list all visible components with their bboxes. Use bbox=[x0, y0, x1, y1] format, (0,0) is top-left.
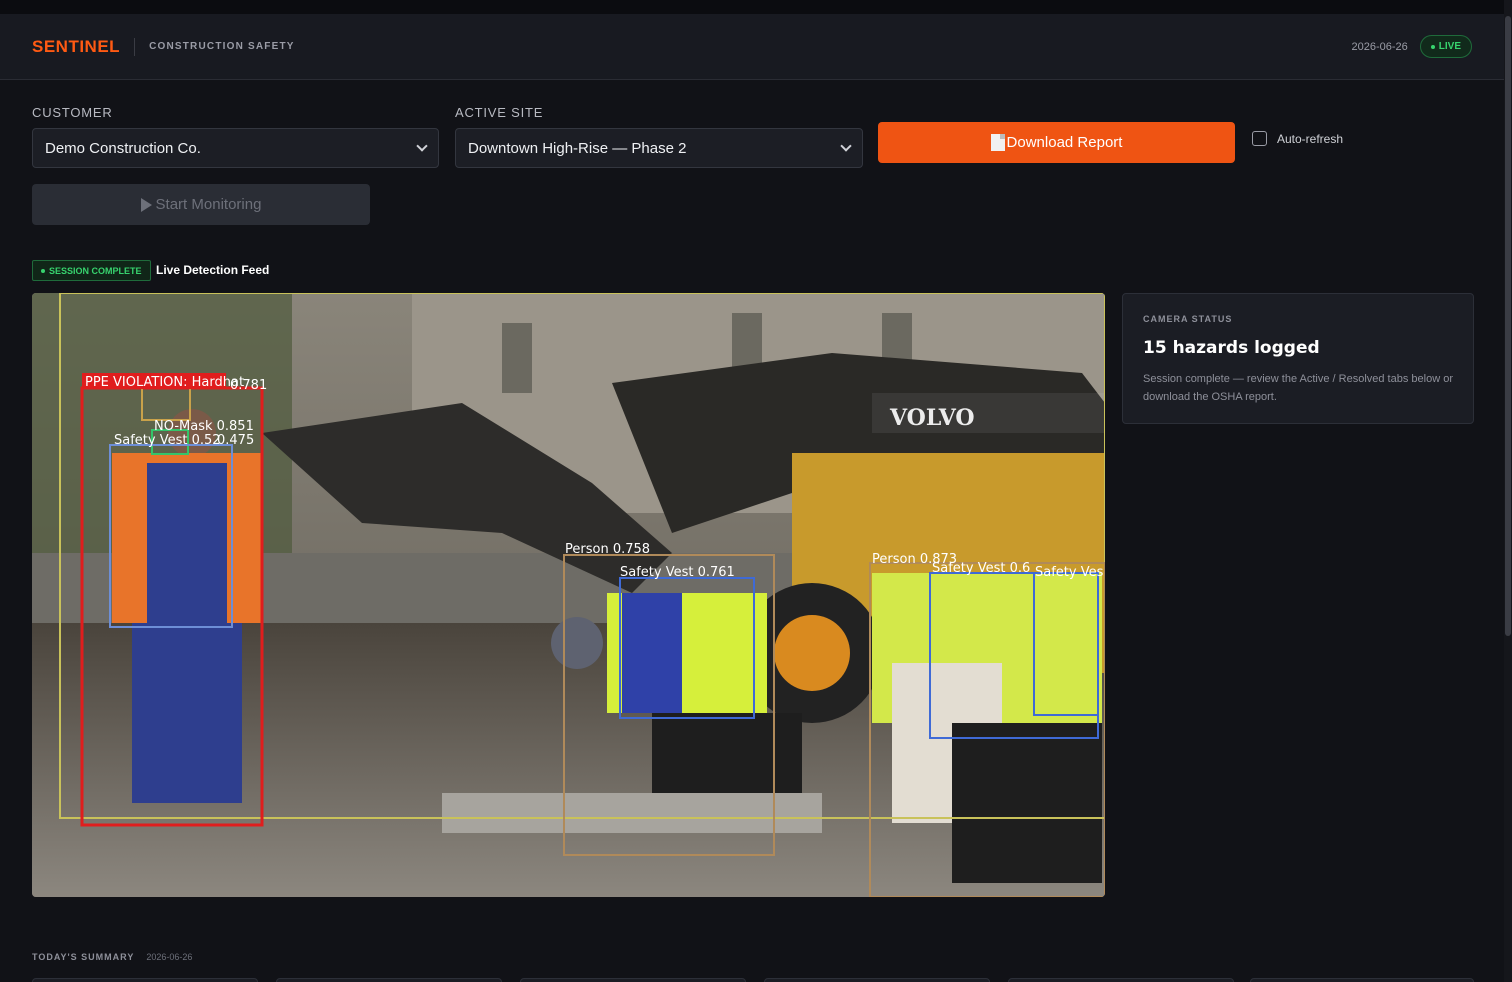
chevron-down-icon bbox=[840, 140, 852, 152]
detection-video-feed[interactable]: VOLVO PPE VIOLATION: Hardhat 0.781 NO-Ma… bbox=[32, 293, 1105, 897]
play-icon bbox=[140, 197, 152, 212]
camera-status-card: CAMERA STATUS 15 hazards logged Session … bbox=[1122, 293, 1474, 424]
customer-select-value: Demo Construction Co. bbox=[45, 139, 201, 157]
status-dot-icon bbox=[41, 268, 45, 273]
summary-date: 2026-06-26 bbox=[146, 952, 193, 962]
summary-title: TODAY'S SUMMARY bbox=[32, 952, 135, 962]
header-right: 2026-06-26 LIVE bbox=[1351, 35, 1472, 58]
customer-select[interactable]: Demo Construction Co. bbox=[32, 128, 439, 168]
concrete-slab bbox=[442, 793, 822, 833]
detection-label: NO-Mask 0.851 bbox=[154, 419, 254, 434]
camera-status-description: Session complete — review the Active / R… bbox=[1143, 373, 1453, 403]
detection-label: 0.781 bbox=[230, 378, 267, 393]
download-report-label: Download Report bbox=[1006, 134, 1123, 151]
wheel-hub bbox=[774, 615, 850, 691]
header-date: 2026-06-26 bbox=[1351, 40, 1408, 53]
live-badge-label: LIVE bbox=[1438, 41, 1461, 52]
brand-divider bbox=[134, 37, 136, 56]
session-badge-label: SESSION COMPLETE bbox=[49, 265, 142, 276]
excavator-brand-text: VOLVO bbox=[889, 405, 975, 431]
summary-card bbox=[1250, 978, 1474, 982]
app-header: SENTINEL CONSTRUCTION SAFETY 2026-06-26 … bbox=[0, 14, 1504, 80]
site-label: ACTIVE SITE bbox=[455, 105, 544, 120]
feed-title: Live Detection Feed bbox=[156, 263, 270, 277]
session-complete-badge: SESSION COMPLETE bbox=[32, 260, 151, 281]
live-badge: LIVE bbox=[1419, 35, 1472, 58]
start-monitoring-label: Start Monitoring bbox=[155, 196, 262, 213]
worker2-cap bbox=[551, 617, 603, 669]
detection-label: Person 0.758 bbox=[565, 542, 650, 557]
download-report-button[interactable]: Download Report bbox=[878, 122, 1235, 163]
brand-logo: SENTINEL bbox=[32, 36, 121, 56]
brand-subtitle: CONSTRUCTION SAFETY bbox=[149, 41, 295, 52]
detection-label: Safety Vest 0.52 bbox=[114, 433, 221, 448]
scrollbar-thumb[interactable] bbox=[1505, 16, 1511, 636]
chevron-down-icon bbox=[416, 140, 428, 152]
detection-label: Safety Vest 0.761 bbox=[620, 565, 735, 580]
auto-refresh-toggle[interactable]: Auto-refresh bbox=[1252, 131, 1343, 146]
window-top-strip bbox=[0, 0, 1512, 14]
summary-card bbox=[32, 978, 258, 982]
camera-status-title: 15 hazards logged bbox=[1143, 338, 1320, 358]
auto-refresh-checkbox[interactable] bbox=[1252, 131, 1267, 146]
customer-label: CUSTOMER bbox=[32, 105, 113, 120]
window-1 bbox=[502, 323, 532, 393]
detection-label: PPE VIOLATION: Hardhat bbox=[85, 375, 244, 390]
detection-label: Safety Vest 0.6 bbox=[932, 561, 1030, 576]
worker3-legs bbox=[952, 723, 1102, 883]
summary-card bbox=[1008, 978, 1234, 982]
worker2-legs bbox=[652, 713, 802, 793]
summary-card bbox=[520, 978, 746, 982]
worker1-overalls bbox=[147, 463, 227, 623]
start-monitoring-button[interactable]: Start Monitoring bbox=[32, 184, 370, 225]
detection-frame: VOLVO PPE VIOLATION: Hardhat 0.781 NO-Ma… bbox=[32, 293, 1105, 897]
summary-card bbox=[276, 978, 502, 982]
document-icon bbox=[990, 134, 1005, 151]
todays-summary-header: TODAY'S SUMMARY 2026-06-26 bbox=[32, 952, 192, 962]
camera-status-label: CAMERA STATUS bbox=[1143, 314, 1233, 324]
page-scrollbar[interactable] bbox=[1504, 0, 1512, 982]
worker1-legs bbox=[132, 623, 242, 803]
site-select[interactable]: Downtown High-Rise — Phase 2 bbox=[455, 128, 863, 168]
detection-label: 0.475 bbox=[217, 433, 254, 448]
auto-refresh-label: Auto-refresh bbox=[1277, 131, 1344, 146]
live-dot-icon bbox=[1430, 44, 1435, 49]
detection-label: Safety Ves bbox=[1035, 565, 1104, 580]
site-select-value: Downtown High-Rise — Phase 2 bbox=[468, 139, 687, 157]
summary-card bbox=[764, 978, 990, 982]
worker2-sleeve bbox=[622, 593, 682, 713]
